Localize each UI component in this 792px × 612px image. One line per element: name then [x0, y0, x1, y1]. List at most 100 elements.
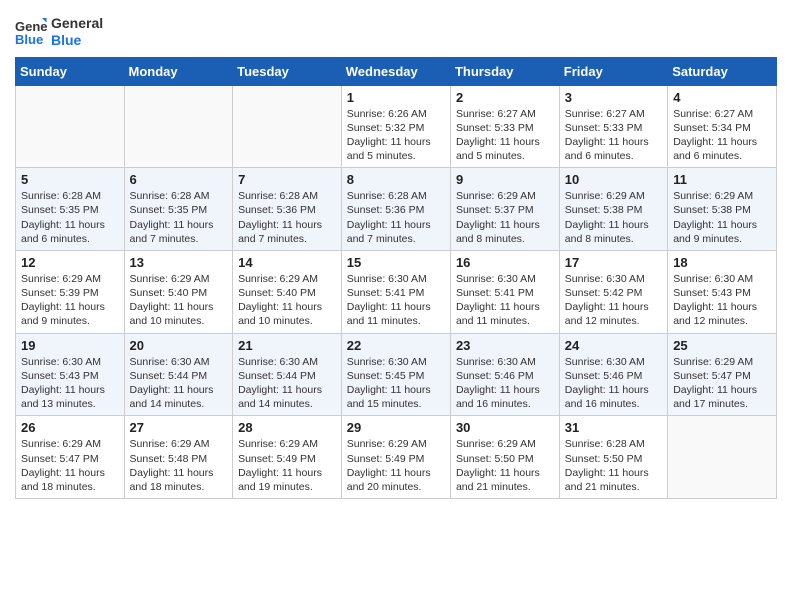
day-number: 2: [456, 90, 554, 105]
cell-details: Sunrise: 6:29 AM Sunset: 5:48 PM Dayligh…: [130, 437, 228, 494]
header-friday: Friday: [559, 57, 667, 85]
cell-details: Sunrise: 6:30 AM Sunset: 5:45 PM Dayligh…: [347, 355, 445, 412]
calendar-cell: 31 Sunrise: 6:28 AM Sunset: 5:50 PM Dayli…: [559, 416, 667, 499]
calendar-cell: 5 Sunrise: 6:28 AM Sunset: 5:35 PM Daylig…: [16, 168, 125, 251]
day-number: 16: [456, 255, 554, 270]
calendar-cell: 18Sunrise: 6:30 AM Sunset: 5:43 PM Dayli…: [668, 250, 777, 333]
cell-details: Sunrise: 6:29 AM Sunset: 5:40 PM Dayligh…: [130, 272, 228, 329]
cell-details: Sunrise: 6:29 AM Sunset: 5:38 PM Dayligh…: [673, 189, 771, 246]
svg-text:Blue: Blue: [15, 32, 43, 46]
cell-details: Sunrise: 6:29 AM Sunset: 5:40 PM Dayligh…: [238, 272, 336, 329]
calendar-cell: 10 Sunrise: 6:29 AM Sunset: 5:38 PM Dayli…: [559, 168, 667, 251]
day-number: 20: [130, 338, 228, 353]
calendar-cell: 16 Sunrise: 6:30 AM Sunset: 5:41 PM Dayli…: [450, 250, 559, 333]
calendar-cell: 9 Sunrise: 6:29 AM Sunset: 5:37 PM Daylig…: [450, 168, 559, 251]
cell-details: Sunrise: 6:30 AM Sunset: 5:41 PM Dayligh…: [456, 272, 554, 329]
logo-icon: General Blue: [15, 18, 47, 46]
day-number: 19: [21, 338, 119, 353]
cell-details: Sunrise: 6:29 AM Sunset: 5:38 PM Dayligh…: [565, 189, 662, 246]
calendar-cell: 8 Sunrise: 6:28 AM Sunset: 5:36 PM Daylig…: [341, 168, 450, 251]
calendar-cell: 2 Sunrise: 6:27 AM Sunset: 5:33 PM Daylig…: [450, 85, 559, 168]
cell-details: Sunrise: 6:30 AM Sunset: 5:43 PM Dayligh…: [673, 272, 771, 329]
calendar-cell: 26 Sunrise: 6:29 AM Sunset: 5:47 PM Dayli…: [16, 416, 125, 499]
calendar-cell: 14 Sunrise: 6:29 AM Sunset: 5:40 PM Dayli…: [233, 250, 342, 333]
calendar-cell: 21 Sunrise: 6:30 AM Sunset: 5:44 PM Dayli…: [233, 333, 342, 416]
cell-details: Sunrise: 6:30 AM Sunset: 5:41 PM Dayligh…: [347, 272, 445, 329]
calendar-cell: 4 Sunrise: 6:27 AM Sunset: 5:34 PM Daylig…: [668, 85, 777, 168]
day-number: 4: [673, 90, 771, 105]
calendar-cell: 27Sunrise: 6:29 AM Sunset: 5:48 PM Dayli…: [124, 416, 233, 499]
day-number: 10: [565, 172, 662, 187]
cell-details: Sunrise: 6:30 AM Sunset: 5:46 PM Dayligh…: [456, 355, 554, 412]
day-number: 5: [21, 172, 119, 187]
calendar-week-row: 12 Sunrise: 6:29 AM Sunset: 5:39 PM Dayli…: [16, 250, 777, 333]
cell-details: Sunrise: 6:29 AM Sunset: 5:47 PM Dayligh…: [21, 437, 119, 494]
calendar-cell: [233, 85, 342, 168]
day-number: 1: [347, 90, 445, 105]
cell-details: Sunrise: 6:29 AM Sunset: 5:39 PM Dayligh…: [21, 272, 119, 329]
calendar-cell: 25 Sunrise: 6:29 AM Sunset: 5:47 PM Dayli…: [668, 333, 777, 416]
day-number: 7: [238, 172, 336, 187]
calendar-cell: 17Sunrise: 6:30 AM Sunset: 5:42 PM Dayli…: [559, 250, 667, 333]
day-number: 25: [673, 338, 771, 353]
header-monday: Monday: [124, 57, 233, 85]
cell-details: Sunrise: 6:30 AM Sunset: 5:44 PM Dayligh…: [238, 355, 336, 412]
cell-details: Sunrise: 6:28 AM Sunset: 5:36 PM Dayligh…: [347, 189, 445, 246]
cell-details: Sunrise: 6:28 AM Sunset: 5:35 PM Dayligh…: [21, 189, 119, 246]
cell-details: Sunrise: 6:29 AM Sunset: 5:47 PM Dayligh…: [673, 355, 771, 412]
calendar-cell: 28Sunrise: 6:29 AM Sunset: 5:49 PM Dayli…: [233, 416, 342, 499]
cell-details: Sunrise: 6:27 AM Sunset: 5:33 PM Dayligh…: [456, 107, 554, 164]
cell-details: Sunrise: 6:28 AM Sunset: 5:50 PM Dayligh…: [565, 437, 662, 494]
calendar-table: SundayMondayTuesdayWednesdayThursdayFrid…: [15, 57, 777, 499]
calendar-cell: 23Sunrise: 6:30 AM Sunset: 5:46 PM Dayli…: [450, 333, 559, 416]
day-number: 9: [456, 172, 554, 187]
calendar-cell: 6 Sunrise: 6:28 AM Sunset: 5:35 PM Daylig…: [124, 168, 233, 251]
day-number: 12: [21, 255, 119, 270]
day-number: 11: [673, 172, 771, 187]
day-number: 26: [21, 420, 119, 435]
calendar-cell: [668, 416, 777, 499]
calendar-header-row: SundayMondayTuesdayWednesdayThursdayFrid…: [16, 57, 777, 85]
cell-details: Sunrise: 6:29 AM Sunset: 5:49 PM Dayligh…: [347, 437, 445, 494]
day-number: 8: [347, 172, 445, 187]
calendar-cell: 22 Sunrise: 6:30 AM Sunset: 5:45 PM Dayli…: [341, 333, 450, 416]
day-number: 22: [347, 338, 445, 353]
cell-details: Sunrise: 6:26 AM Sunset: 5:32 PM Dayligh…: [347, 107, 445, 164]
calendar-cell: 3Sunrise: 6:27 AM Sunset: 5:33 PM Daylig…: [559, 85, 667, 168]
day-number: 3: [565, 90, 662, 105]
day-number: 24: [565, 338, 662, 353]
header-wednesday: Wednesday: [341, 57, 450, 85]
calendar-week-row: 5 Sunrise: 6:28 AM Sunset: 5:35 PM Daylig…: [16, 168, 777, 251]
day-number: 15: [347, 255, 445, 270]
day-number: 17: [565, 255, 662, 270]
calendar-cell: 7 Sunrise: 6:28 AM Sunset: 5:36 PM Daylig…: [233, 168, 342, 251]
cell-details: Sunrise: 6:27 AM Sunset: 5:34 PM Dayligh…: [673, 107, 771, 164]
logo-general: General: [51, 15, 103, 32]
cell-details: Sunrise: 6:30 AM Sunset: 5:43 PM Dayligh…: [21, 355, 119, 412]
calendar-cell: 24Sunrise: 6:30 AM Sunset: 5:46 PM Dayli…: [559, 333, 667, 416]
cell-details: Sunrise: 6:28 AM Sunset: 5:36 PM Dayligh…: [238, 189, 336, 246]
header-saturday: Saturday: [668, 57, 777, 85]
header-thursday: Thursday: [450, 57, 559, 85]
day-number: 21: [238, 338, 336, 353]
cell-details: Sunrise: 6:28 AM Sunset: 5:35 PM Dayligh…: [130, 189, 228, 246]
logo: General Blue General Blue: [15, 15, 103, 49]
day-number: 14: [238, 255, 336, 270]
cell-details: Sunrise: 6:29 AM Sunset: 5:50 PM Dayligh…: [456, 437, 554, 494]
cell-details: Sunrise: 6:29 AM Sunset: 5:49 PM Dayligh…: [238, 437, 336, 494]
cell-details: Sunrise: 6:29 AM Sunset: 5:37 PM Dayligh…: [456, 189, 554, 246]
calendar-cell: [16, 85, 125, 168]
calendar-cell: 20 Sunrise: 6:30 AM Sunset: 5:44 PM Dayli…: [124, 333, 233, 416]
calendar-week-row: 19 Sunrise: 6:30 AM Sunset: 5:43 PM Dayli…: [16, 333, 777, 416]
calendar-cell: 1 Sunrise: 6:26 AM Sunset: 5:32 PM Daylig…: [341, 85, 450, 168]
header-sunday: Sunday: [16, 57, 125, 85]
calendar-cell: 29 Sunrise: 6:29 AM Sunset: 5:49 PM Dayli…: [341, 416, 450, 499]
calendar-cell: 13 Sunrise: 6:29 AM Sunset: 5:40 PM Dayli…: [124, 250, 233, 333]
day-number: 31: [565, 420, 662, 435]
calendar-cell: 19 Sunrise: 6:30 AM Sunset: 5:43 PM Dayli…: [16, 333, 125, 416]
day-number: 6: [130, 172, 228, 187]
day-number: 13: [130, 255, 228, 270]
day-number: 29: [347, 420, 445, 435]
calendar-cell: 30Sunrise: 6:29 AM Sunset: 5:50 PM Dayli…: [450, 416, 559, 499]
cell-details: Sunrise: 6:30 AM Sunset: 5:44 PM Dayligh…: [130, 355, 228, 412]
